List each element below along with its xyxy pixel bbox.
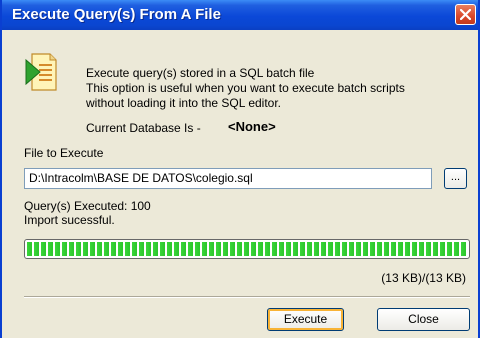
window-title: Execute Query(s) From A File — [12, 6, 221, 23]
current-db-label: Current Database Is - — [86, 121, 201, 135]
close-window-button[interactable] — [455, 4, 476, 25]
close-button[interactable]: Close — [377, 308, 470, 331]
description-line-2: This option is useful when you want to e… — [86, 81, 405, 95]
progress-bar — [24, 239, 470, 259]
progress-fill — [27, 242, 467, 256]
file-label: File to Execute — [24, 146, 104, 160]
close-icon — [460, 9, 471, 20]
status-message: Import sucessful. — [24, 213, 115, 227]
description-line-3: without loading it into the SQL editor. — [86, 96, 282, 110]
browse-button[interactable]: ... — [444, 168, 467, 189]
current-db-value: <None> — [228, 119, 276, 134]
sql-file-icon — [25, 53, 57, 91]
size-text: (13 KB)/(13 KB) — [381, 271, 466, 285]
separator — [24, 296, 470, 298]
file-path-input[interactable]: D:\Intracolm\BASE DE DATOS\colegio.sql — [24, 168, 432, 189]
description-line-1: Execute query(s) stored in a SQL batch f… — [86, 66, 315, 80]
execute-button[interactable]: Execute — [267, 308, 344, 331]
dialog-window: Execute Query(s) From A File Execute que… — [0, 0, 480, 338]
title-bar[interactable]: Execute Query(s) From A File — [2, 0, 478, 30]
executed-count: Query(s) Executed: 100 — [24, 199, 151, 213]
